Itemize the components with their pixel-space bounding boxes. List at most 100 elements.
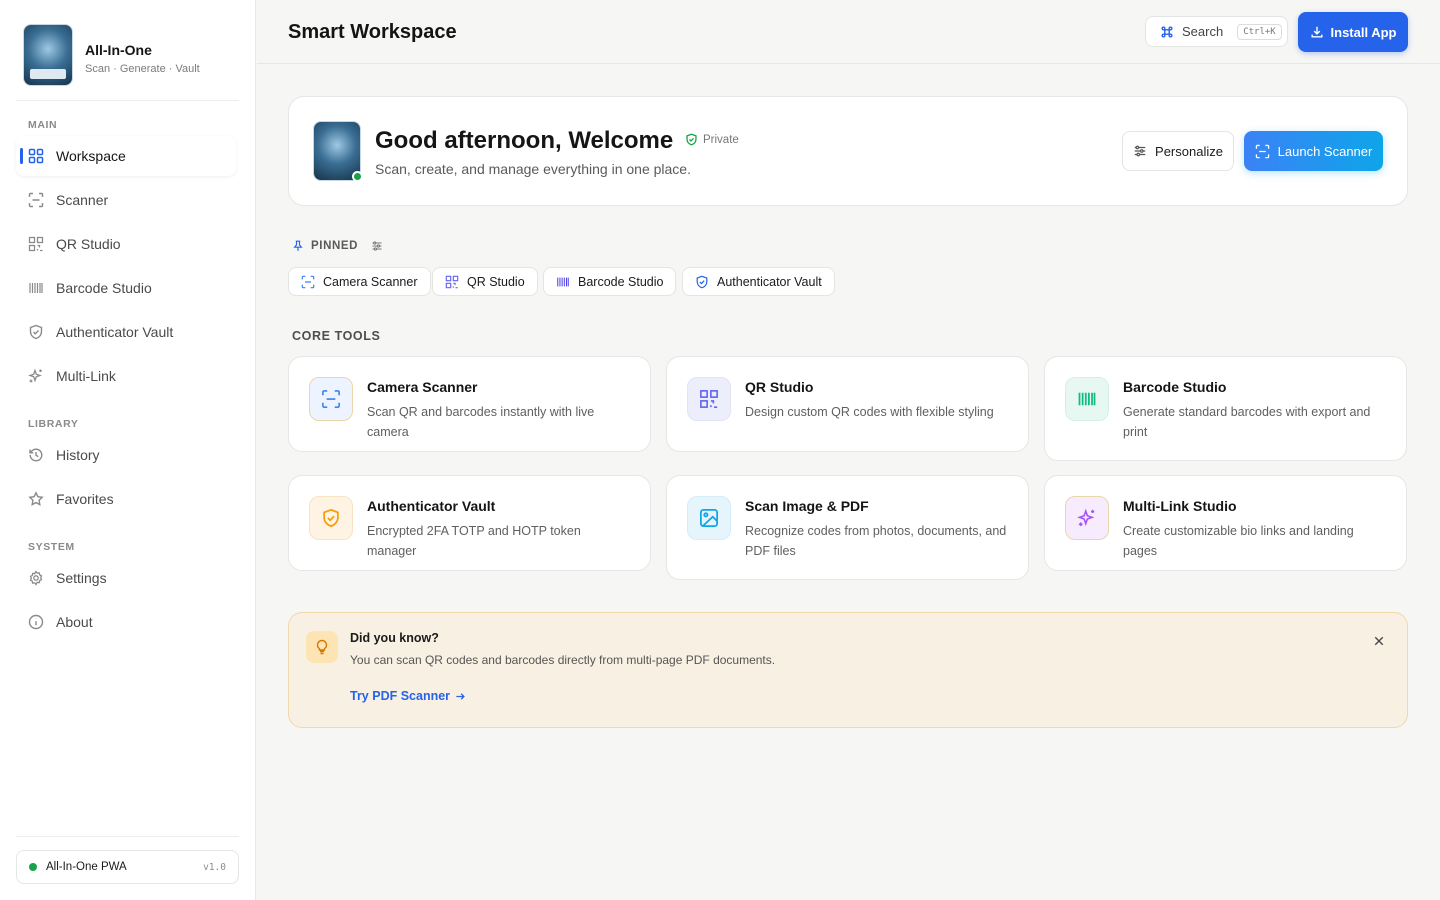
link-label: Try PDF Scanner: [350, 689, 451, 703]
tool-description: Create customizable bio links and landin…: [1123, 524, 1354, 558]
personalize-button[interactable]: Personalize: [1122, 131, 1234, 171]
status-dot: [29, 863, 37, 871]
tool-card-authenticator-vault[interactable]: Authenticator Vault Encrypted 2FA TOTP a…: [288, 475, 651, 571]
scan-icon: [1255, 144, 1270, 159]
pinned-camera-scanner[interactable]: Camera Scanner: [288, 267, 431, 296]
page-title: Smart Workspace: [288, 21, 457, 43]
tool-description: Scan QR and barcodes instantly with live…: [367, 405, 595, 439]
barcode-icon: [556, 275, 570, 289]
tool-card-scan-image-pdf[interactable]: Scan Image & PDF Recognize codes from ph…: [666, 475, 1029, 580]
tool-description: Design custom QR codes with flexible sty…: [745, 405, 994, 419]
tool-description: Encrypted 2FA TOTP and HOTP token manage…: [367, 524, 581, 558]
tip-text: You can scan QR codes and barcodes direc…: [350, 653, 776, 667]
gear-icon: [28, 570, 44, 586]
tool-title: Barcode Studio: [1123, 379, 1227, 395]
sidebar-item-settings[interactable]: Settings: [16, 558, 236, 598]
sparkles-icon: [1065, 496, 1109, 540]
chip-label: Authenticator Vault: [717, 274, 822, 289]
try-pdf-scanner-link[interactable]: Try PDF Scanner: [350, 689, 466, 703]
sidebar-item-label: QR Studio: [56, 236, 121, 252]
sidebar-item-barcode-studio[interactable]: Barcode Studio: [16, 268, 236, 308]
divider: [16, 836, 239, 837]
tool-title: Scan Image & PDF: [745, 498, 869, 514]
tool-card-barcode-studio[interactable]: Barcode Studio Generate standard barcode…: [1044, 356, 1407, 461]
sidebar-item-label: History: [56, 447, 100, 463]
pinned-label: PINNED: [311, 240, 359, 252]
tool-card-multi-link-studio[interactable]: Multi-Link Studio Create customizable bi…: [1044, 475, 1407, 571]
sidebar-item-label: Scanner: [56, 192, 109, 208]
pwa-label: All-In-One PWA: [46, 861, 127, 873]
sidebar-item-label: Favorites: [56, 491, 114, 507]
chip-label: Barcode Studio: [578, 274, 664, 289]
tip-banner: Did you know? You can scan QR codes and …: [288, 612, 1408, 728]
section-label-main: MAIN: [28, 119, 58, 131]
section-label-library: LIBRARY: [28, 418, 79, 430]
sidebar-item-scanner[interactable]: Scanner: [16, 180, 236, 220]
install-app-button[interactable]: Install App: [1298, 12, 1408, 52]
pinned-barcode-studio[interactable]: Barcode Studio: [543, 267, 677, 296]
privacy-label: Private: [703, 133, 739, 146]
grid-icon: [28, 148, 44, 164]
shield-icon: [309, 496, 353, 540]
sidebar-item-workspace[interactable]: Workspace: [16, 136, 236, 176]
personalize-label: Personalize: [1155, 143, 1223, 159]
pinned-qr-studio[interactable]: QR Studio: [432, 267, 538, 296]
star-icon: [28, 491, 44, 507]
launch-label: Launch Scanner: [1277, 143, 1373, 159]
top-bar: Smart Workspace Search Ctrl+K Install Ap…: [257, 0, 1440, 64]
install-label: Install App: [1330, 24, 1397, 40]
scan-icon: [301, 275, 315, 289]
sidebar: All-In-One Scan · Generate · Vault MAIN …: [0, 0, 256, 900]
sidebar-item-label: Multi-Link: [56, 368, 116, 384]
tool-description: Generate standard barcodes with export a…: [1123, 405, 1371, 439]
sliders-icon[interactable]: [371, 240, 383, 252]
welcome-subtitle: Scan, create, and manage everything in o…: [375, 161, 691, 177]
search-button[interactable]: Search Ctrl+K: [1145, 16, 1288, 47]
tool-title: Camera Scanner: [367, 379, 478, 395]
shield-icon: [695, 275, 709, 289]
scan-icon: [28, 192, 44, 208]
sidebar-item-label: About: [56, 614, 93, 630]
sidebar-item-history[interactable]: History: [16, 435, 236, 475]
sidebar-item-multi-link[interactable]: Multi-Link: [16, 356, 236, 396]
qr-icon: [687, 377, 731, 421]
version-badge: v1.0: [203, 861, 226, 873]
sidebar-item-label: Authenticator Vault: [56, 324, 174, 340]
scan-icon: [309, 377, 353, 421]
sidebar-item-label: Settings: [56, 570, 107, 586]
pinned-authenticator-vault[interactable]: Authenticator Vault: [682, 267, 835, 296]
shield-icon: [28, 324, 44, 340]
brand[interactable]: All-In-One Scan · Generate · Vault: [16, 24, 239, 101]
keyboard-shortcut: Ctrl+K: [1237, 23, 1282, 40]
privacy-badge: Private: [685, 133, 739, 146]
close-icon[interactable]: [1371, 633, 1387, 649]
image-icon: [687, 496, 731, 540]
command-icon: [1160, 25, 1174, 39]
qr-icon: [28, 236, 44, 252]
tool-card-camera-scanner[interactable]: Camera Scanner Scan QR and barcodes inst…: [288, 356, 651, 452]
sidebar-item-favorites[interactable]: Favorites: [16, 479, 236, 519]
barcode-icon: [28, 280, 44, 296]
sidebar-item-about[interactable]: About: [16, 602, 236, 642]
sidebar-item-label: Barcode Studio: [56, 280, 152, 296]
app-name: All-In-One: [85, 42, 152, 58]
chip-label: Camera Scanner: [323, 274, 418, 289]
core-tools-label: CORE TOOLS: [292, 329, 381, 343]
pinned-header: PINNED: [292, 240, 383, 252]
arrow-right-icon: [455, 691, 466, 702]
section-label-system: SYSTEM: [28, 541, 75, 553]
info-icon: [28, 614, 44, 630]
sidebar-item-qr-studio[interactable]: QR Studio: [16, 224, 236, 264]
lightbulb-icon: [306, 631, 338, 663]
app-logo: [23, 24, 73, 86]
pin-icon: [292, 240, 304, 252]
sparkles-icon: [28, 368, 44, 384]
shield-check-icon: [685, 133, 698, 146]
welcome-card: Good afternoon, Welcome Private Scan, cr…: [288, 96, 1408, 206]
history-icon: [28, 447, 44, 463]
launch-scanner-button[interactable]: Launch Scanner: [1244, 131, 1383, 171]
sidebar-item-authenticator-vault[interactable]: Authenticator Vault: [16, 312, 236, 352]
sliders-icon: [1133, 144, 1147, 158]
tool-card-qr-studio[interactable]: QR Studio Design custom QR codes with fl…: [666, 356, 1029, 452]
online-indicator: [352, 171, 363, 182]
